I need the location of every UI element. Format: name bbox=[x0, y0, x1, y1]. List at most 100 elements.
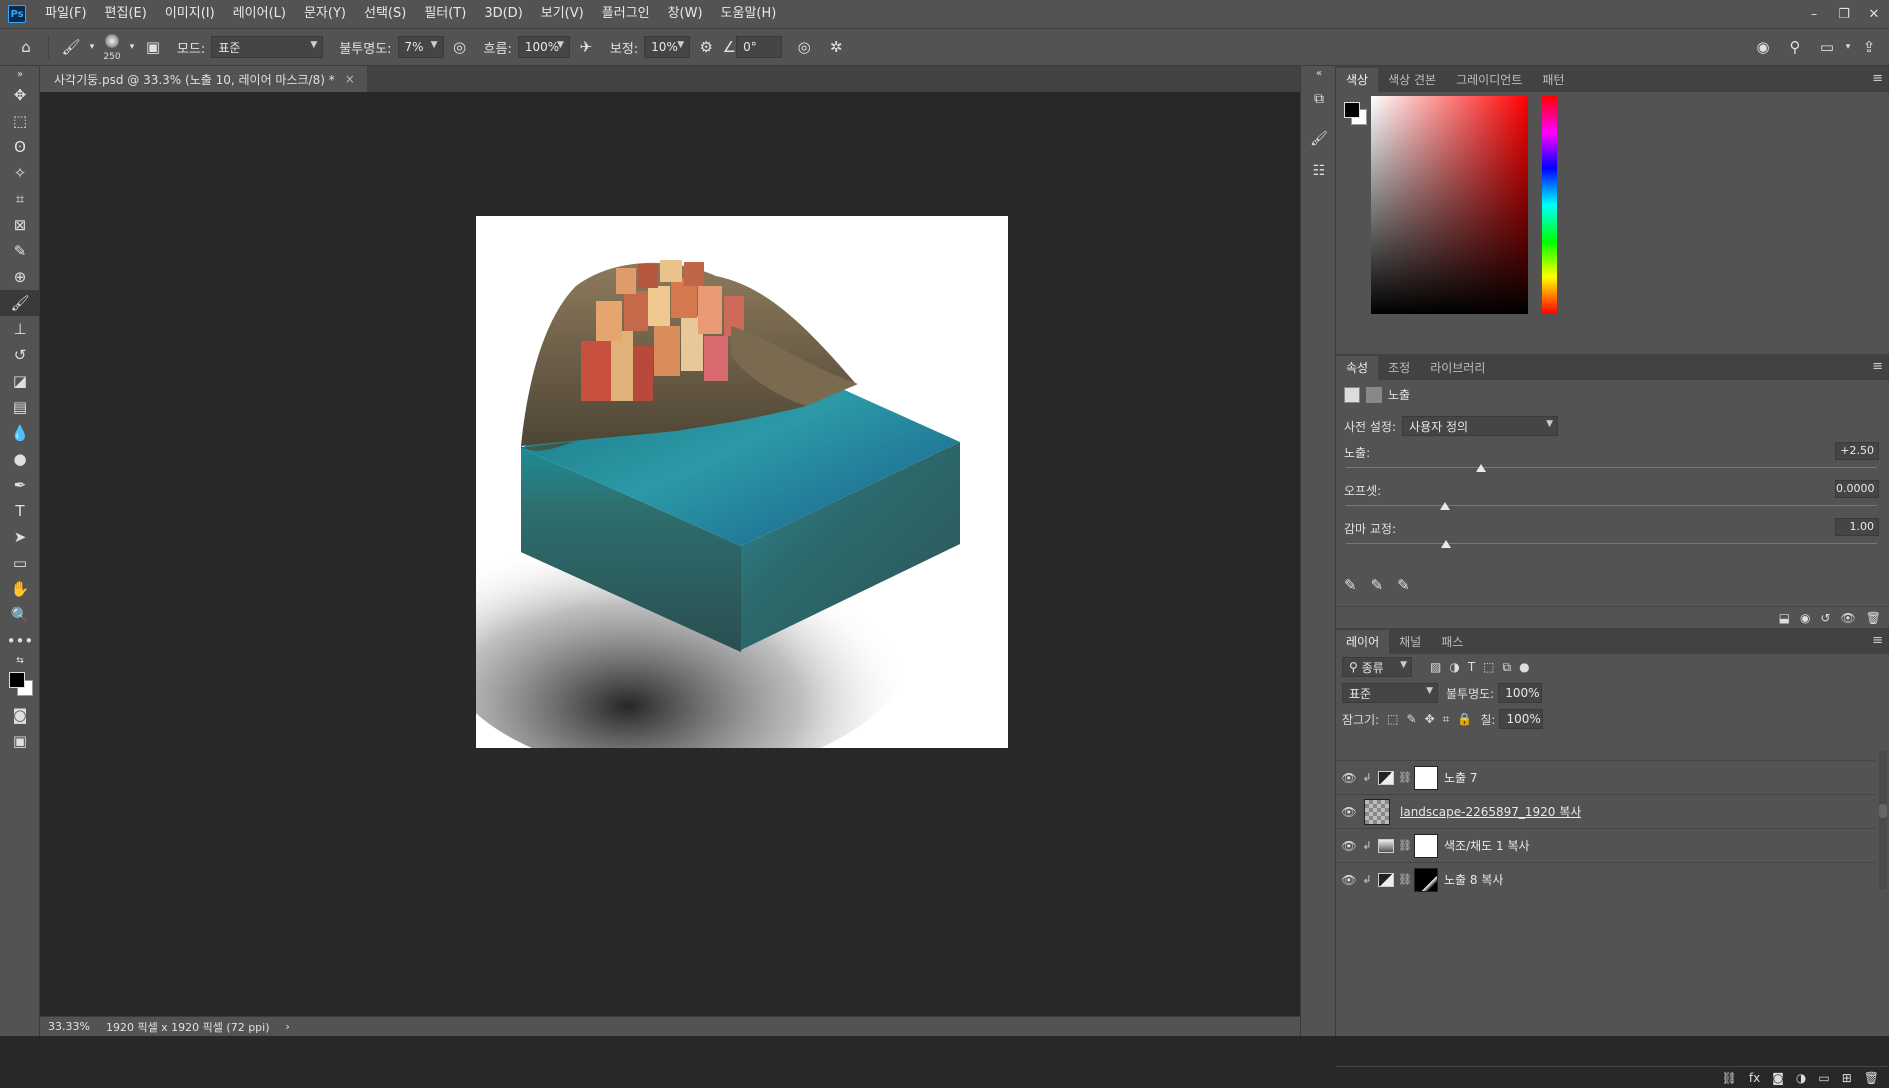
lock-position-icon[interactable]: ✥ bbox=[1425, 712, 1435, 726]
layer-style-icon[interactable]: fx bbox=[1749, 1071, 1760, 1085]
menu-image[interactable]: 이미지(I) bbox=[156, 0, 224, 28]
color-field[interactable] bbox=[1371, 96, 1528, 314]
link-icon[interactable]: ⛓ bbox=[1398, 771, 1412, 784]
menu-3d[interactable]: 3D(D) bbox=[475, 0, 531, 28]
search-icon[interactable]: ⚲ bbox=[1783, 35, 1807, 59]
new-adjustment-layer-icon[interactable]: ◑ bbox=[1796, 1071, 1806, 1085]
layer-name[interactable]: 색조/채도 1 복사 bbox=[1444, 837, 1530, 854]
lock-image-icon[interactable]: ✎ bbox=[1407, 712, 1417, 726]
link-icon[interactable]: ⛓ bbox=[1398, 873, 1412, 886]
angle-input[interactable]: 0° bbox=[736, 36, 783, 58]
pressure-size-icon[interactable]: ◎ bbox=[792, 35, 816, 59]
status-menu-arrow[interactable]: › bbox=[286, 1020, 290, 1033]
add-mask-icon[interactable]: ◙ bbox=[1772, 1071, 1784, 1085]
chevron-down-icon[interactable]: ▾ bbox=[127, 35, 137, 59]
tab-properties[interactable]: 속성 bbox=[1336, 356, 1379, 380]
path-selection-tool-icon[interactable]: ➤ bbox=[0, 524, 40, 550]
pen-tool-icon[interactable]: ✒ bbox=[0, 472, 40, 498]
tab-adjustments[interactable]: 조정 bbox=[1378, 356, 1420, 380]
lock-artboard-icon[interactable]: ⌗ bbox=[1443, 712, 1450, 727]
artboard[interactable] bbox=[476, 216, 1008, 748]
crop-tool-icon[interactable]: ⌗ bbox=[0, 186, 40, 212]
menu-help[interactable]: 도움말(H) bbox=[712, 0, 786, 28]
menu-window[interactable]: 창(W) bbox=[659, 0, 712, 28]
tab-patterns[interactable]: 패턴 bbox=[1532, 68, 1574, 92]
new-group-icon[interactable]: ▭ bbox=[1818, 1071, 1829, 1085]
black-point-eyedropper-icon[interactable]: ✎ bbox=[1344, 576, 1357, 594]
layer-row[interactable]: 👁 ↲ ⛓ 색조/채도 1 복사 bbox=[1336, 828, 1875, 862]
symmetry-icon[interactable]: ✲ bbox=[824, 35, 848, 59]
trash-icon[interactable]: 🗑 bbox=[1866, 611, 1881, 625]
smoothing-input[interactable]: 10% ▼ bbox=[644, 36, 691, 58]
chevron-down-icon[interactable]: ▾ bbox=[87, 35, 97, 59]
filter-type-icon[interactable]: T bbox=[1468, 660, 1475, 674]
tab-swatches[interactable]: 색상 견본 bbox=[1378, 68, 1446, 92]
gamma-slider-thumb[interactable] bbox=[1441, 540, 1451, 548]
new-layer-icon[interactable]: ⊞ bbox=[1842, 1071, 1852, 1085]
mode-select[interactable]: 표준 ▼ bbox=[211, 36, 324, 58]
layers-scrollbar[interactable] bbox=[1879, 750, 1887, 890]
move-tool-icon[interactable]: ✥ bbox=[0, 82, 40, 108]
screen-mode-icon[interactable]: ▣ bbox=[0, 728, 40, 754]
white-point-eyedropper-icon[interactable]: ✎ bbox=[1397, 576, 1410, 594]
filter-adjustment-icon[interactable]: ◑ bbox=[1449, 660, 1459, 674]
lock-all-icon[interactable]: 🔒 bbox=[1457, 712, 1472, 726]
tab-gradients[interactable]: 그레이디언트 bbox=[1446, 68, 1532, 92]
pressure-opacity-icon[interactable]: ◎ bbox=[448, 35, 472, 59]
link-icon[interactable]: ⛓ bbox=[1398, 839, 1412, 852]
panel-menu-icon[interactable]: ≡ bbox=[1872, 633, 1883, 648]
zoom-tool-icon[interactable]: 🔍 bbox=[0, 602, 40, 628]
eraser-tool-icon[interactable]: ◪ bbox=[0, 368, 40, 394]
brush-settings-panel-icon[interactable]: ▣ bbox=[141, 35, 165, 59]
eyedropper-tool-icon[interactable]: ✎ bbox=[0, 238, 40, 264]
layer-mask-thumbnail[interactable] bbox=[1414, 867, 1438, 892]
gamma-slider-track[interactable] bbox=[1346, 543, 1877, 544]
preset-select[interactable]: 사용자 정의 ▼ bbox=[1402, 416, 1559, 436]
menu-type[interactable]: 문자(Y) bbox=[295, 0, 355, 28]
brush-size-picker[interactable]: 250 bbox=[97, 32, 127, 62]
layer-thumbnail[interactable] bbox=[1364, 798, 1390, 825]
layer-name[interactable]: 노출 7 bbox=[1444, 769, 1478, 786]
color-swatches[interactable] bbox=[0, 668, 40, 702]
tab-channels[interactable]: 채널 bbox=[1389, 630, 1431, 654]
menu-select[interactable]: 선택(S) bbox=[355, 0, 415, 28]
mask-icon[interactable] bbox=[1366, 386, 1382, 403]
opacity-input[interactable]: 7% ▼ bbox=[397, 36, 444, 58]
blend-mode-select[interactable]: 표준 ▼ bbox=[1342, 683, 1438, 703]
share-icon[interactable]: ⇪ bbox=[1857, 35, 1881, 59]
tab-color[interactable]: 색상 bbox=[1336, 68, 1379, 92]
flow-input[interactable]: 100% ▼ bbox=[517, 36, 570, 58]
quick-mask-icon[interactable]: ◙ bbox=[0, 702, 40, 728]
close-tab-icon[interactable]: × bbox=[345, 72, 355, 86]
clip-to-layer-icon[interactable]: ⬓ bbox=[1779, 611, 1790, 625]
document-tab[interactable]: 사각기둥.psd @ 33.3% (노출 10, 레이어 마스크/8) * × bbox=[40, 66, 367, 92]
gear-icon[interactable]: ⚙ bbox=[694, 35, 718, 59]
foreground-color-swatch[interactable] bbox=[9, 672, 25, 688]
filter-pixel-icon[interactable]: ▨ bbox=[1430, 660, 1441, 674]
workspace-icon[interactable]: ▭ bbox=[1815, 35, 1839, 59]
lock-transparent-icon[interactable]: ⬚ bbox=[1387, 712, 1398, 726]
offset-slider-track[interactable] bbox=[1346, 505, 1877, 506]
panel-menu-icon[interactable]: ≡ bbox=[1872, 359, 1883, 374]
history-panel-icon[interactable]: ⧉ bbox=[1301, 86, 1337, 112]
clone-stamp-tool-icon[interactable]: ⊥ bbox=[0, 316, 40, 342]
layer-row[interactable]: 👁 ↲ ⛓ 노출 7 bbox=[1336, 760, 1875, 794]
exposure-slider-thumb[interactable] bbox=[1476, 464, 1486, 472]
more-tools-icon[interactable]: ••• bbox=[0, 628, 40, 654]
layer-name[interactable]: 노출 8 복사 bbox=[1444, 871, 1503, 888]
magic-wand-tool-icon[interactable]: ✧ bbox=[0, 160, 40, 186]
history-brush-tool-icon[interactable]: ↺ bbox=[0, 342, 40, 368]
tab-layers[interactable]: 레이어 bbox=[1336, 630, 1390, 654]
collapse-dock-icon[interactable]: « bbox=[1301, 66, 1337, 80]
reset-adjustment-icon[interactable]: ↺ bbox=[1820, 611, 1830, 625]
view-previous-state-icon[interactable]: ◉ bbox=[1800, 611, 1810, 625]
lasso-tool-icon[interactable]: ʘ bbox=[0, 134, 40, 160]
tab-libraries[interactable]: 라이브러리 bbox=[1420, 356, 1495, 380]
menu-plugins[interactable]: 플러그인 bbox=[593, 0, 659, 28]
type-tool-icon[interactable]: T bbox=[0, 498, 40, 524]
brush-tool-icon[interactable]: 🖌 bbox=[0, 290, 40, 316]
menu-layer[interactable]: 레이어(L) bbox=[224, 0, 295, 28]
maximize-button[interactable]: ❐ bbox=[1829, 0, 1859, 28]
swap-colors-icon[interactable]: ⇆ bbox=[0, 654, 40, 668]
chevron-down-icon[interactable]: ▾ bbox=[1843, 35, 1853, 59]
